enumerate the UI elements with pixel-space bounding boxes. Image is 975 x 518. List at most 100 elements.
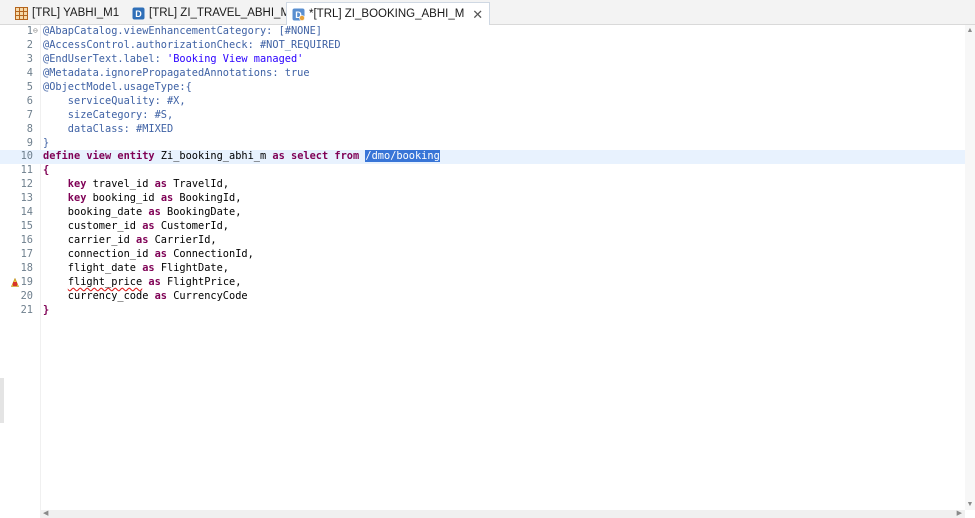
- code-text: sizeCategory: #S,: [43, 109, 173, 123]
- tab-zi-booking-abhi-m[interactable]: D *[TRL] ZI_BOOKING_ABHI_M ✕: [286, 2, 491, 25]
- code-text: flight_date as FlightDate,: [43, 262, 229, 276]
- code-token: as: [154, 289, 174, 302]
- code-line[interactable]: 5 @ObjectModel.usageType:{: [0, 81, 965, 95]
- code-text: booking_date as BookingDate,: [43, 206, 242, 220]
- code-line[interactable]: 1 ⊖ @AbapCatalog.viewEnhancementCategory: …: [0, 25, 965, 39]
- line-number: 10: [20, 150, 33, 163]
- line-number: 14: [20, 206, 33, 219]
- line-number: 20: [20, 289, 33, 302]
- line-number: 6: [26, 94, 33, 107]
- code-token: 'Booking View managed': [167, 52, 304, 65]
- code-text: {: [43, 164, 49, 178]
- tab-zi-travel-abhi-m[interactable]: D [TRL] ZI_TRAVEL_ABHI_M: [131, 3, 290, 23]
- code-token: key: [43, 178, 93, 191]
- line-number: 3: [26, 52, 33, 65]
- code-line[interactable]: 17 connection_id as ConnectionId,: [0, 248, 965, 262]
- code-token: BookingDate,: [167, 206, 242, 219]
- line-number: 2: [26, 38, 33, 51]
- line-number: 11: [20, 164, 33, 177]
- code-token: booking_date: [43, 206, 149, 219]
- code-line[interactable]: 4 @Metadata.ignorePropagatedAnnotations: …: [0, 67, 965, 81]
- code-text: customer_id as CustomerId,: [43, 220, 229, 234]
- table-grid-icon: [14, 6, 28, 20]
- code-token: as: [142, 261, 161, 274]
- line-number: 4: [26, 66, 33, 79]
- code-line[interactable]: 18 flight_date as FlightDate,: [0, 262, 965, 276]
- code-text: key travel_id as TravelId,: [43, 178, 229, 192]
- horizontal-scrollbar[interactable]: ◀ ▶: [40, 510, 965, 518]
- code-line[interactable]: 3 @EndUserText.label: 'Booking View manag…: [0, 53, 965, 67]
- line-number: 1: [26, 25, 33, 37]
- code-token: as: [136, 234, 155, 247]
- code-token: CustomerId,: [160, 220, 230, 233]
- code-line[interactable]: 15 customer_id as CustomerId,: [0, 220, 965, 234]
- line-number: 15: [20, 220, 33, 233]
- line-number: 13: [20, 192, 33, 205]
- code-token: as: [142, 220, 161, 233]
- code-line[interactable]: 11 {: [0, 164, 965, 178]
- code-token: customer_id: [43, 220, 143, 233]
- close-icon[interactable]: ✕: [472, 8, 483, 21]
- code-token: travel_id: [92, 178, 155, 191]
- code-line[interactable]: 12 key travel_id as TravelId,: [0, 178, 965, 192]
- tab-yabhi-m1[interactable]: [TRL] YABHI_M1: [14, 3, 119, 23]
- code-line[interactable]: 14 booking_date as BookingDate,: [0, 206, 965, 220]
- code-text: @EndUserText.label: 'Booking View manage…: [43, 53, 303, 67]
- code-token: currency_code: [43, 289, 155, 302]
- fold-collapse-icon[interactable]: ⊖: [33, 24, 38, 38]
- code-token: ConnectionId,: [173, 248, 254, 260]
- code-line[interactable]: 6 serviceQuality: #X,: [0, 95, 965, 109]
- code-token: carrier_id: [43, 234, 136, 247]
- error-token: flight_price: [67, 275, 143, 288]
- code-token: {: [43, 164, 50, 177]
- scroll-up-icon[interactable]: ▲: [966, 27, 974, 34]
- code-editor[interactable]: 1 ⊖ @AbapCatalog.viewEnhancementCategory: …: [0, 25, 965, 510]
- code-token: @AccessControl.authorizationCheck: #NOT_…: [43, 38, 341, 51]
- svg-text:D: D: [135, 9, 142, 19]
- cds-view-icon: D: [291, 7, 305, 21]
- code-token: as: [154, 178, 174, 191]
- code-line[interactable]: 8 dataClass: #MIXED: [0, 123, 965, 137]
- code-token: booking_id: [92, 192, 161, 205]
- code-token: CurrencyCode: [173, 289, 248, 302]
- code-token: as: [154, 248, 174, 260]
- code-text: }: [43, 137, 49, 151]
- line-number: 12: [20, 178, 33, 191]
- tab-label: *[TRL] ZI_BOOKING_ABHI_M: [309, 8, 465, 20]
- scroll-down-icon[interactable]: ▼: [966, 501, 974, 508]
- scroll-left-icon[interactable]: ◀: [43, 510, 48, 518]
- code-line[interactable]: 20 currency_code as CurrencyCode: [0, 290, 965, 304]
- code-token: flight_date: [43, 261, 143, 274]
- code-text: carrier_id as CarrierId,: [43, 234, 217, 248]
- code-token: CarrierId,: [154, 234, 217, 247]
- code-line[interactable]: 19 flight_price as FlightPrice,: [0, 276, 965, 290]
- line-number: 7: [26, 108, 33, 121]
- line-number: 19: [20, 275, 33, 288]
- code-token: @AbapCatalog.viewEnhancementCategory: [#…: [43, 25, 322, 37]
- code-line[interactable]: 13 key booking_id as BookingId,: [0, 192, 965, 206]
- code-token: BookingId,: [179, 192, 242, 205]
- code-line[interactable]: 16 carrier_id as CarrierId,: [0, 234, 965, 248]
- line-number: 16: [20, 234, 33, 247]
- code-token: }: [43, 303, 50, 316]
- code-line[interactable]: 2 @AccessControl.authorizationCheck: #NOT…: [0, 39, 965, 53]
- side-panel-edge: [0, 378, 4, 423]
- code-line[interactable]: 10 define view entity Zi_booking_abhi_m a…: [0, 150, 965, 165]
- code-text: flight_price as FlightPrice,: [43, 275, 242, 290]
- code-line[interactable]: 21}: [0, 304, 965, 318]
- code-token: as: [148, 206, 167, 219]
- code-token: key: [43, 192, 93, 205]
- code-token: dataClass: #MIXED: [43, 122, 174, 135]
- code-token: @EndUserText.label:: [43, 52, 167, 65]
- scroll-right-icon[interactable]: ▶: [957, 510, 962, 518]
- code-text: }: [43, 304, 49, 318]
- vertical-scrollbar[interactable]: ▲ ▼: [965, 25, 975, 510]
- code-token: as select from: [272, 150, 366, 163]
- code-token: }: [43, 136, 50, 149]
- code-token: FlightDate,: [160, 261, 230, 274]
- code-line[interactable]: 7 sizeCategory: #S,: [0, 109, 965, 123]
- code-text: @Metadata.ignorePropagatedAnnotations: t…: [43, 67, 310, 81]
- code-text: define view entity Zi_booking_abhi_m as …: [43, 150, 440, 164]
- code-line[interactable]: 9}: [0, 137, 965, 151]
